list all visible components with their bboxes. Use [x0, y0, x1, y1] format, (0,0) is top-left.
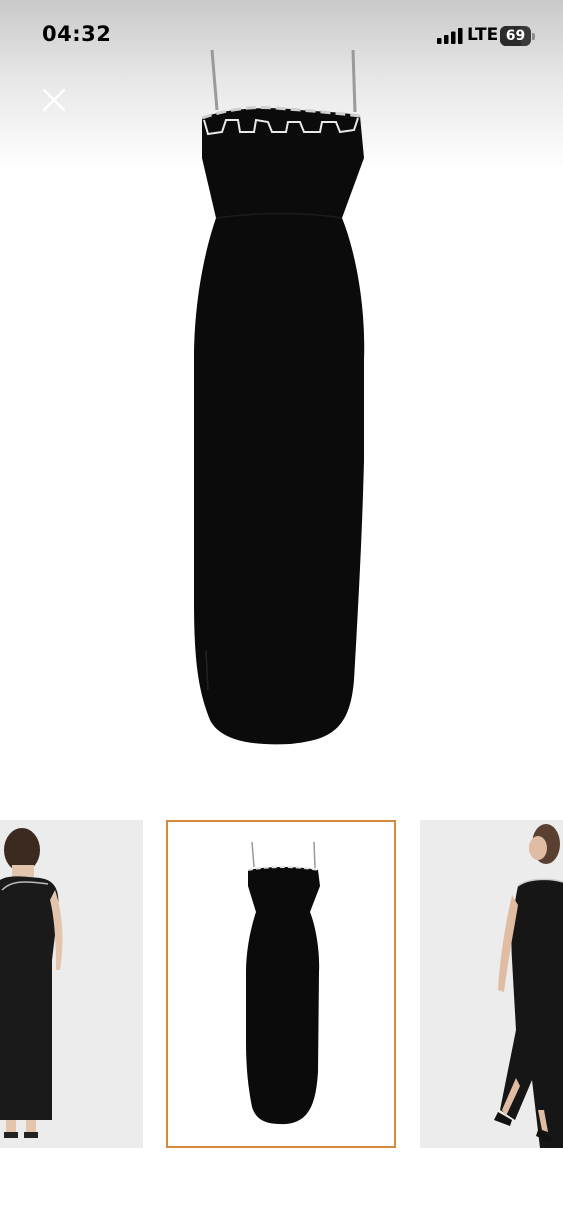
thumbnail-image: [0, 820, 143, 1148]
thumbnail-image: [246, 841, 320, 1125]
close-icon: [42, 88, 66, 112]
battery-icon: 69: [500, 26, 536, 46]
thumbnail-side-view[interactable]: [420, 820, 563, 1148]
thumbnail-product-front[interactable]: [166, 820, 396, 1148]
product-image-viewer: 04:32 LTE 69: [0, 0, 563, 1219]
main-product-image[interactable]: [150, 40, 414, 760]
battery-percentage: 69: [505, 28, 526, 44]
signal-bars-icon: [437, 28, 463, 44]
status-time: 04:32: [42, 22, 112, 46]
network-type: LTE: [467, 25, 499, 45]
thumbnail-image: [420, 820, 563, 1148]
close-button[interactable]: [38, 84, 70, 116]
thumbnail-back-view[interactable]: [0, 820, 143, 1148]
